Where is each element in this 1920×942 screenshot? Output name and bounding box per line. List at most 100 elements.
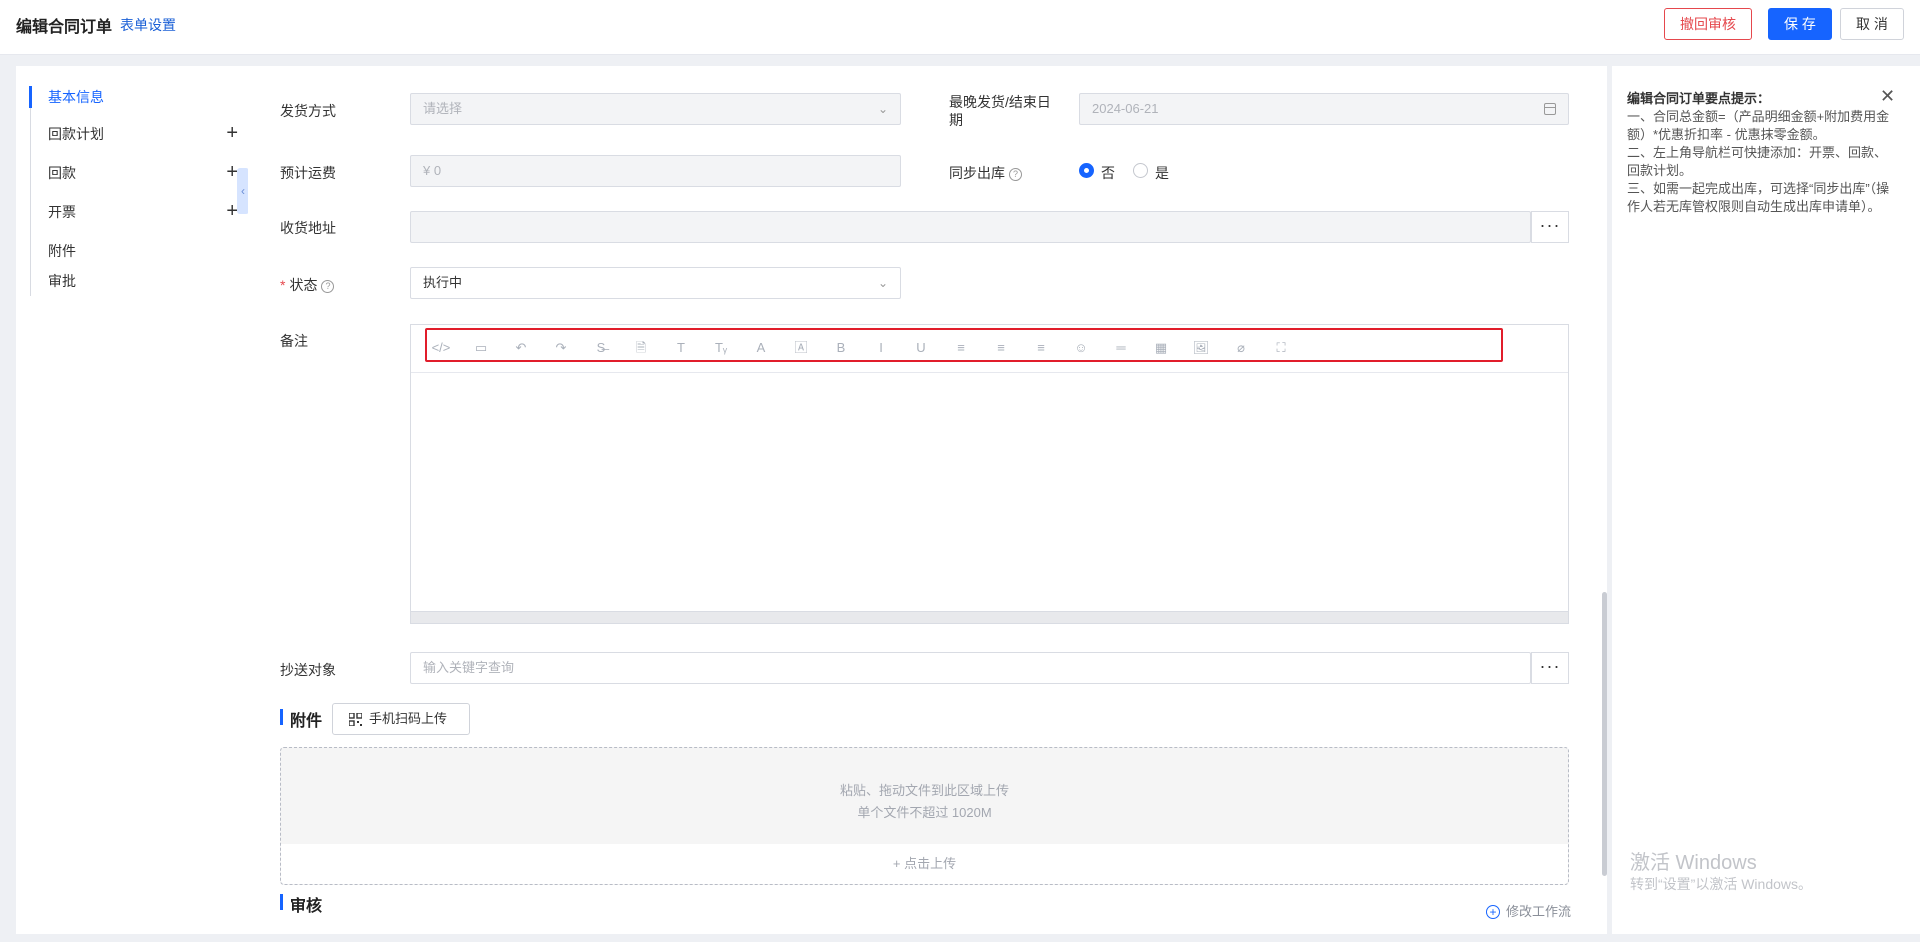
modify-workflow-link[interactable]: + 修改工作流: [1486, 901, 1571, 920]
code-icon[interactable]: </>: [431, 338, 451, 358]
form-settings-link[interactable]: 表单设置: [120, 15, 176, 35]
activation-watermark-title: 激活 Windows: [1630, 852, 1757, 874]
latest-ship-date-label: 最晚发货/结束日 期: [949, 93, 1051, 129]
click-upload-button[interactable]: + 点击上传: [281, 844, 1568, 884]
main-form: 发货方式 请选择 ⌄ 最晚发货/结束日 期 2024-06-21 预计运费 ¥ …: [248, 66, 1607, 934]
sync-outbound-text: 同步出库: [949, 165, 1005, 181]
align-left-icon[interactable]: ≡: [951, 338, 971, 358]
emoji-icon[interactable]: ☺: [1071, 338, 1091, 358]
nav-item-label: 附件: [48, 243, 76, 259]
table-icon[interactable]: ▦: [1151, 338, 1171, 358]
cancel-button[interactable]: 取 消: [1840, 8, 1904, 40]
font-size-icon[interactable]: T: [671, 338, 691, 358]
ship-method-select[interactable]: 请选择 ⌄: [410, 93, 901, 125]
cc-search-input[interactable]: 输入关键字查询: [410, 652, 1531, 684]
ship-method-label: 发货方式: [280, 103, 336, 119]
top-bar: 编辑合同订单 表单设置 撤回审核 保 存 取 消: [0, 0, 1920, 55]
editor-content-area[interactable]: [411, 373, 1568, 613]
nav-item-attachments[interactable]: 附件: [48, 240, 238, 262]
nav-active-indicator: [29, 86, 32, 108]
close-icon[interactable]: ✕: [1880, 86, 1895, 107]
date-value: 2024-06-21: [1092, 101, 1159, 116]
background-color-icon[interactable]: 🄰: [791, 338, 811, 358]
nav-item-label: 回款计划: [48, 126, 104, 142]
strikethrough-icon[interactable]: S̶: [591, 338, 611, 358]
tips-title: 编辑合同订单要点提示：: [1627, 91, 1771, 106]
sync-outbound-no-radio[interactable]: [1079, 163, 1094, 178]
help-icon[interactable]: ?: [321, 279, 335, 293]
nav-item-label: 回款: [48, 165, 76, 181]
required-mark: *: [280, 277, 286, 293]
remarks-label: 备注: [280, 333, 308, 349]
nav-track: [30, 86, 31, 296]
drop-hint: 粘贴、拖动文件到此区域上传: [839, 783, 1009, 798]
nav-item-label: 审批: [48, 273, 76, 289]
chevron-down-icon: ⌄: [877, 102, 888, 116]
label-line: 最晚发货/结束日: [949, 94, 1051, 110]
tip-line: 一、合同总金额=（产品明细金额+附加费用金额）*优惠折扣率 - 优惠抹零金额。: [1627, 109, 1890, 142]
label-line: 期: [949, 112, 963, 128]
status-label: * 状态?: [280, 275, 335, 295]
size-limit-hint: 单个文件不超过 1020M: [857, 805, 992, 820]
add-payment-plan-icon[interactable]: +: [226, 123, 238, 143]
nav-item-label: 开票: [48, 204, 76, 220]
page-title: 编辑合同订单: [16, 19, 113, 36]
status-select[interactable]: 执行中 ⌄: [410, 267, 901, 299]
status-text: 状态: [289, 277, 318, 293]
review-heading: 审核: [280, 892, 322, 916]
align-right-icon[interactable]: ≡: [1031, 338, 1051, 358]
tip-line: 三、如需一起完成出库，可选择“同步出库”（操作人若无库管权限则自动生成出库申请单…: [1627, 181, 1890, 214]
radio-label-no: 否: [1101, 165, 1115, 181]
modify-workflow-label: 修改工作流: [1506, 904, 1572, 919]
fullscreen-icon[interactable]: ⛶: [1271, 338, 1291, 358]
italic-icon[interactable]: I: [871, 338, 891, 358]
help-icon[interactable]: ?: [1009, 167, 1022, 181]
nav-item-basic-info[interactable]: 基本信息: [48, 86, 238, 108]
nav-item-approval[interactable]: 审批: [48, 270, 238, 292]
more-address-button[interactable]: ···: [1531, 211, 1569, 243]
ship-address-input[interactable]: [410, 211, 1531, 243]
more-cc-button[interactable]: ···: [1531, 652, 1569, 684]
scan-upload-button[interactable]: 手机扫码上传: [332, 703, 470, 735]
underline-icon[interactable]: U: [911, 338, 931, 358]
qr-code-icon: [349, 713, 362, 726]
activation-watermark-subtitle: 转到“设置”以激活 Windows。: [1630, 876, 1813, 892]
redo-icon[interactable]: ↷: [551, 338, 571, 358]
font-color-icon[interactable]: A: [751, 338, 771, 358]
plus-circle-icon: +: [1486, 905, 1500, 919]
sync-outbound-label: 同步出库?: [949, 163, 1022, 183]
revoke-review-button[interactable]: 撤回审核: [1664, 8, 1752, 40]
nav-item-invoice[interactable]: 开票 +: [48, 201, 238, 223]
latest-ship-date-input[interactable]: 2024-06-21: [1079, 93, 1569, 125]
upload-drop-zone[interactable]: 粘贴、拖动文件到此区域上传 单个文件不超过 1020M + 点击上传: [280, 747, 1569, 885]
attachments-heading: 附件: [280, 707, 322, 731]
calendar-icon: [1544, 103, 1556, 115]
sync-outbound-yes-radio[interactable]: [1133, 163, 1148, 178]
nav-item-payment[interactable]: 回款 +: [48, 162, 238, 184]
chevron-down-icon: ⌄: [877, 276, 888, 290]
est-freight-input[interactable]: ¥ 0: [410, 155, 901, 187]
ship-method-placeholder: 请选择: [423, 101, 463, 116]
editor-toolbar: </> ▭ ↶ ↷ S̶ 🗎 T Tᵧ A 🄰 B I U ≡ ≡ ≡ ☺ ═ ▦ 🖼 ⌀ ⛶: [411, 325, 1568, 373]
scan-upload-label: 手机扫码上传: [369, 711, 448, 726]
attachment-icon[interactable]: ⌀: [1231, 338, 1251, 358]
save-button[interactable]: 保 存: [1768, 8, 1832, 40]
template-icon[interactable]: ▭: [471, 338, 491, 358]
paste-doc-icon[interactable]: 🗎: [631, 338, 651, 358]
est-freight-label: 预计运费: [280, 165, 336, 181]
horizontal-rule-icon[interactable]: ═: [1111, 338, 1131, 358]
align-center-icon[interactable]: ≡: [991, 338, 1011, 358]
bold-icon[interactable]: B: [831, 338, 851, 358]
nav-item-label: 基本信息: [48, 89, 104, 105]
image-icon[interactable]: 🖼: [1191, 338, 1211, 358]
status-value: 执行中: [423, 275, 463, 290]
ship-address-label: 收货地址: [280, 220, 336, 236]
nav-item-payment-plan[interactable]: 回款计划 +: [48, 123, 238, 145]
undo-icon[interactable]: ↶: [511, 338, 531, 358]
tip-line: 二、左上角导航栏可快捷添加：开票、回款、回款计划。: [1627, 145, 1888, 178]
radio-label-yes: 是: [1155, 165, 1169, 181]
vertical-scrollbar[interactable]: [1602, 592, 1607, 876]
editor-resize-bar[interactable]: [411, 611, 1568, 623]
clear-format-icon[interactable]: Tᵧ: [711, 338, 731, 358]
remarks-editor: </> ▭ ↶ ↷ S̶ 🗎 T Tᵧ A 🄰 B I U ≡ ≡ ≡ ☺ ═ ▦ 🖼 ⌀ ⛶: [410, 324, 1569, 624]
